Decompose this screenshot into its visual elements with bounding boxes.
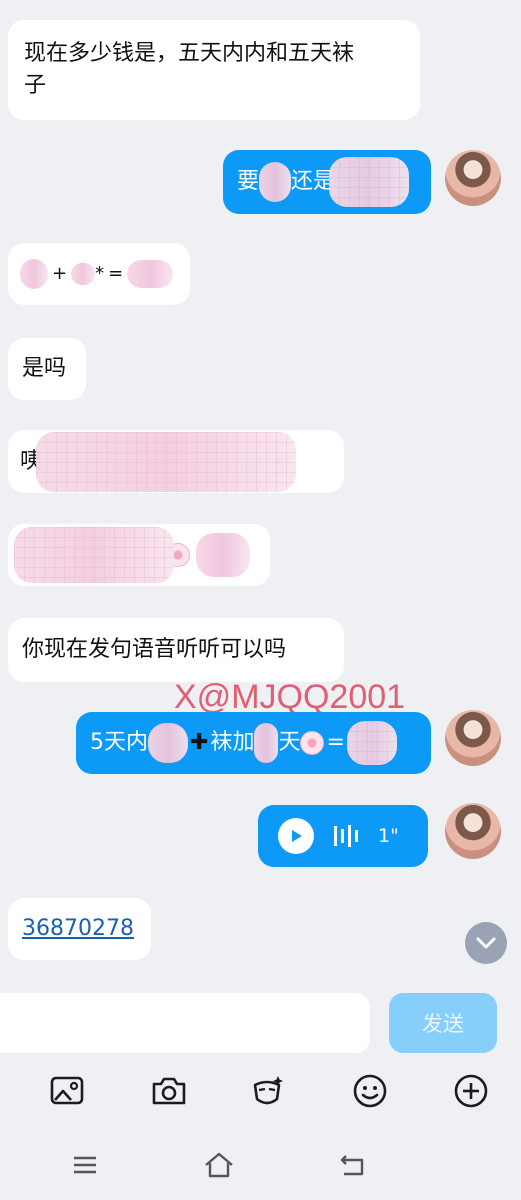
menu-icon[interactable] [68,1148,102,1182]
message-text: 你现在发句语音听听可以吗 [22,637,287,662]
waveform-icon [334,825,358,847]
system-nav-bar [0,1140,521,1190]
message-text: ✚ [190,730,209,755]
phone-number-link[interactable]: 36870278 [22,913,134,945]
message-bubble[interactable]: 5天内 ✚ 袜加 天 = [76,712,431,774]
camera-icon[interactable] [149,1071,189,1111]
message-text-line: 现在多少钱是，五天内内和五天袜 [24,41,355,66]
voice-duration: 1" [378,825,399,847]
message-text: = [326,730,345,755]
message-bubble[interactable]: 现在多少钱是，五天内内和五天袜 子 [8,20,420,120]
redaction-sticker [148,723,188,763]
redaction-sticker [346,721,397,765]
message-text: 天 [278,730,301,755]
message-bubble[interactable]: 你现在发句语音听听可以吗 [8,618,344,682]
message-bubble[interactable] [8,524,270,586]
redaction-sticker [329,157,410,207]
message-text: + [52,263,68,284]
message-text-line: 子 [24,73,47,98]
redaction-sticker [20,259,48,289]
plus-icon[interactable] [451,1071,491,1111]
message-bubble[interactable]: 咦 [8,430,344,493]
redaction-sticker [36,431,297,492]
emoji-icon[interactable] [350,1071,390,1111]
home-icon[interactable] [202,1148,236,1182]
message-text: * [95,263,105,284]
flower-sticker-icon [300,731,325,755]
chat-toolbar [0,1065,521,1117]
redaction-sticker [196,533,250,577]
redaction-sticker [71,263,96,285]
play-icon[interactable] [278,818,314,854]
sticker-icon[interactable] [248,1071,288,1111]
message-text: 5天内 [90,730,148,755]
scroll-down-button[interactable] [465,922,507,964]
chevron-down-icon [476,937,496,949]
back-icon[interactable] [336,1148,370,1182]
user-avatar[interactable] [445,710,501,766]
redaction-sticker [127,260,174,288]
input-bar: 发送 [0,983,521,1065]
message-input[interactable] [0,993,370,1053]
user-avatar[interactable] [445,803,501,859]
user-avatar[interactable] [445,150,501,206]
redaction-sticker [14,527,174,583]
message-text: = [108,263,124,284]
message-bubble[interactable]: + * = [8,243,190,305]
message-bubble[interactable]: 36870278 [8,898,151,960]
redaction-sticker [259,162,292,202]
image-icon[interactable] [48,1071,88,1111]
message-text: 袜加 [210,730,255,755]
voice-message-bubble[interactable]: 1" [258,805,428,867]
message-bubble[interactable]: 要 还是 [223,150,431,214]
redaction-sticker [254,723,279,763]
message-text: 要 [237,169,260,194]
message-bubble[interactable]: 是吗 [8,338,86,400]
send-button[interactable]: 发送 [389,993,497,1053]
message-text: 是吗 [22,356,67,381]
